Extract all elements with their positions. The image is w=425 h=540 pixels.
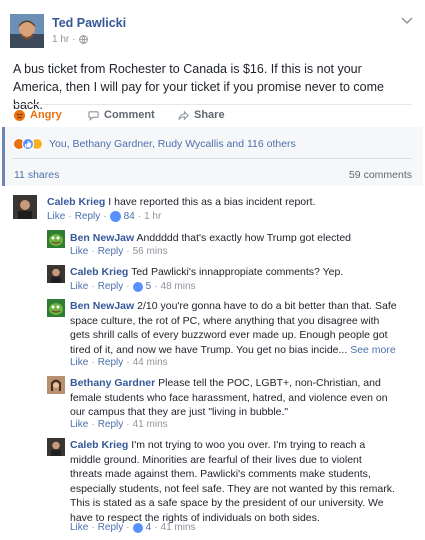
share-label: Share xyxy=(194,109,225,121)
reply-avatar[interactable] xyxy=(47,230,65,248)
comment-label: Comment xyxy=(104,109,155,121)
reply-avatar[interactable] xyxy=(47,438,65,456)
post-meta: 1 hr · xyxy=(52,34,88,45)
reply-author[interactable]: Caleb Krieg xyxy=(70,439,128,451)
reactors-text[interactable]: You, Bethany Gardner, Rudy Wycallis and … xyxy=(49,138,296,150)
reply-text: I'm not trying to woo you over. I'm tryi… xyxy=(70,439,395,524)
reply-link[interactable]: Reply xyxy=(98,281,124,292)
reply-avatar[interactable] xyxy=(47,376,65,394)
reply-time[interactable]: 44 mins xyxy=(133,357,168,368)
like-count-icon xyxy=(132,281,143,292)
comment-author[interactable]: Caleb Krieg xyxy=(47,196,105,208)
like-link[interactable]: Like xyxy=(70,522,88,533)
post-author[interactable]: Ted Pawlicki xyxy=(52,16,126,30)
reply: Bethany Gardner Please tell the POC, LGB… xyxy=(70,376,396,420)
reply-author[interactable]: Caleb Krieg xyxy=(70,266,128,278)
reaction-count[interactable]: 4 xyxy=(146,522,152,533)
reply-link[interactable]: Reply xyxy=(98,246,124,257)
shares-count[interactable]: 11 shares xyxy=(14,169,59,181)
comment-text: I have reported this as a bias incident … xyxy=(108,196,316,208)
like-link[interactable]: Like xyxy=(70,281,88,292)
comment-time[interactable]: 1 hr xyxy=(144,211,161,222)
post-time[interactable]: 1 hr xyxy=(52,34,69,45)
post-body: A bus ticket from Rochester to Canada is… xyxy=(13,62,384,112)
reply-author[interactable]: Bethany Gardner xyxy=(70,377,155,389)
commenter-avatar[interactable] xyxy=(13,195,37,219)
reply-link[interactable]: Reply xyxy=(75,211,101,222)
like-link[interactable]: Like xyxy=(70,246,88,257)
like-count-icon xyxy=(132,522,143,533)
reply-author[interactable]: Ben NewJaw xyxy=(70,232,134,244)
reply: Ben NewJaw Anddddd that's exactly how Tr… xyxy=(70,231,412,246)
reply-link[interactable]: Reply xyxy=(98,419,124,430)
like-link[interactable]: Like xyxy=(47,211,65,222)
counts-divider xyxy=(12,158,412,159)
angry-emoji-icon xyxy=(14,109,25,121)
reply-time[interactable]: 56 mins xyxy=(133,246,168,257)
comment-button[interactable]: Comment xyxy=(88,109,155,121)
reply-link[interactable]: Reply xyxy=(98,357,124,368)
like-link[interactable]: Like xyxy=(70,419,88,430)
chevron-down-icon[interactable] xyxy=(401,16,413,26)
reply: Ben NewJaw 2/10 you're gonna have to do … xyxy=(70,299,400,357)
reply-avatar[interactable] xyxy=(47,299,65,317)
reply-actions: Like · Reply · 41 mins xyxy=(70,419,168,430)
reply-actions: Like · Reply · 4 · 41 mins xyxy=(70,522,196,533)
reply: Caleb Krieg Ted Pawlicki's innappropiate… xyxy=(70,265,412,280)
reply-time[interactable]: 41 mins xyxy=(133,419,168,430)
reaction-count[interactable]: 84 xyxy=(124,211,135,222)
author-avatar[interactable] xyxy=(10,14,44,48)
share-button[interactable]: Share xyxy=(178,109,225,121)
share-icon xyxy=(178,110,189,120)
comment: Caleb Krieg I have reported this as a bi… xyxy=(47,195,412,210)
reaction-count[interactable]: 5 xyxy=(146,281,152,292)
reply-author[interactable]: Ben NewJaw xyxy=(70,300,134,312)
reply-text: Anddddd that's exactly how Trump got ele… xyxy=(136,232,352,244)
like-count-icon xyxy=(109,211,121,222)
see-more-link[interactable]: See more xyxy=(350,344,396,356)
reply-link[interactable]: Reply xyxy=(98,522,124,533)
like-reaction-icon xyxy=(22,138,34,150)
comment-icon xyxy=(88,110,99,121)
reply-actions: Like · Reply · 5 · 48 mins xyxy=(70,281,196,292)
like-link[interactable]: Like xyxy=(70,357,88,368)
globe-icon xyxy=(78,35,88,44)
reply-time[interactable]: 48 mins xyxy=(161,281,196,292)
reply-text: Ted Pawlicki's innappropiate comments? Y… xyxy=(131,266,344,278)
reply-avatar[interactable] xyxy=(47,265,65,283)
reply: Caleb Krieg I'm not trying to woo you ov… xyxy=(70,438,396,525)
reply-actions: Like · Reply · 44 mins xyxy=(70,357,168,368)
angry-reaction-button[interactable]: Angry xyxy=(14,109,62,121)
reply-actions: Like · Reply · 56 mins xyxy=(70,246,168,257)
comments-count[interactable]: 59 comments xyxy=(349,169,412,181)
reaction-summary[interactable]: You, Bethany Gardner, Rudy Wycallis and … xyxy=(13,138,296,150)
comment-actions: Like · Reply · 84 · 1 hr xyxy=(47,211,162,222)
angry-label: Angry xyxy=(30,109,62,121)
reply-time[interactable]: 41 mins xyxy=(161,522,196,533)
